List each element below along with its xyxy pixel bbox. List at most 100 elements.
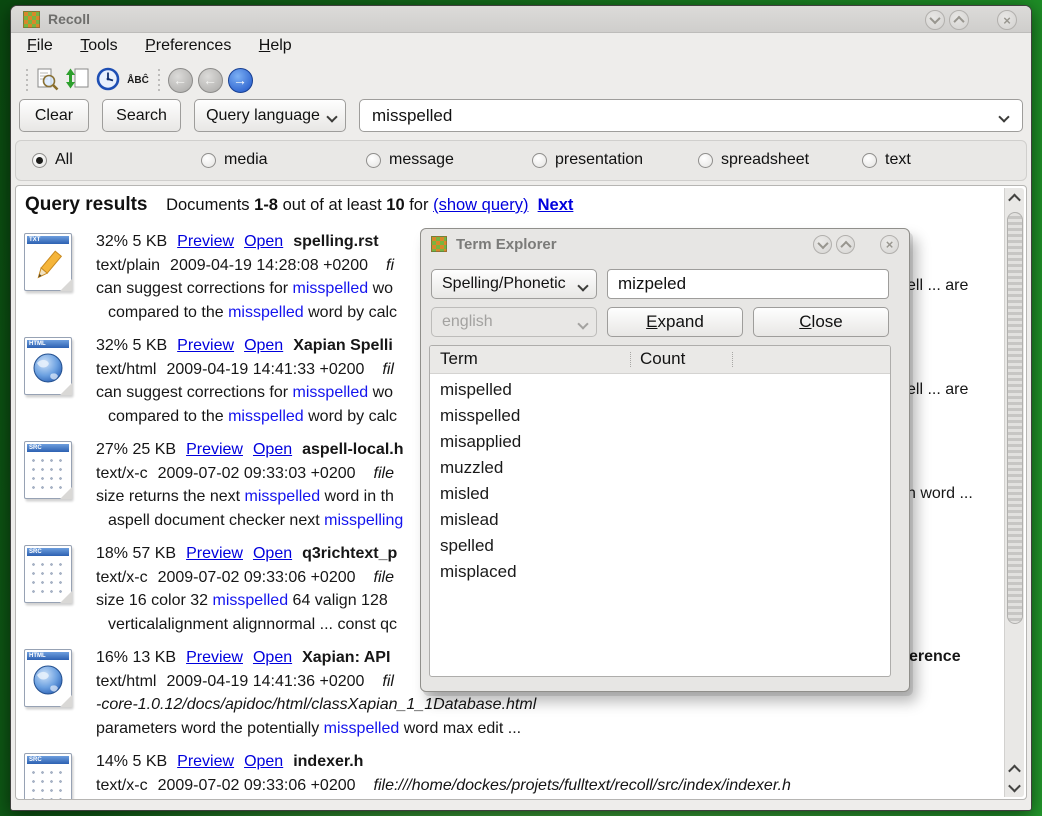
next-page-link[interactable]: Next — [538, 196, 574, 214]
term-row[interactable]: misplaced — [440, 559, 517, 585]
open-link[interactable]: Open — [244, 233, 283, 250]
filter-all[interactable]: All — [32, 151, 73, 169]
scroll-down-button[interactable] — [1006, 779, 1022, 795]
relevance-size: 27% 25 KB — [96, 441, 176, 458]
term-row[interactable]: misled — [440, 481, 489, 507]
term-row[interactable]: spelled — [440, 533, 494, 559]
term-explorer-button[interactable]: ÅBĈ — [123, 65, 153, 95]
open-link[interactable]: Open — [253, 545, 292, 562]
filter-bar: All media message presentation spreadshe… — [15, 140, 1027, 181]
column-resize-handle[interactable] — [732, 352, 734, 367]
file-type-icon-src: SRC — [24, 753, 72, 800]
close-button[interactable]: × — [997, 10, 1017, 30]
recoll-app-icon — [23, 11, 40, 28]
window-title: Recoll — [48, 11, 90, 27]
mime-type: text/x-c — [96, 465, 148, 482]
expansion-mode-dropdown[interactable]: Spelling/Phonetic — [431, 269, 597, 299]
chevron-down-icon — [929, 13, 940, 24]
chevron-up-icon — [1008, 764, 1021, 777]
menu-tools[interactable]: Tools — [76, 36, 121, 56]
doc-date: 2009-07-02 09:33:06 +0200 — [158, 569, 356, 586]
open-link[interactable]: Open — [244, 337, 283, 354]
term-row[interactable]: misapplied — [440, 429, 521, 455]
globe-icon — [29, 662, 67, 702]
doc-date: 2009-04-19 14:28:08 +0200 — [170, 257, 368, 274]
column-resize-handle[interactable] — [630, 352, 632, 367]
recoll-app-icon — [431, 236, 447, 252]
overflow-text-fragment: ell ... are — [907, 381, 968, 399]
column-header-term[interactable]: Term — [440, 349, 478, 369]
chevron-down-icon — [1008, 779, 1021, 792]
toolbar: ÅBĈ ← ← → — [11, 62, 1031, 98]
filter-message[interactable]: message — [366, 151, 454, 169]
open-link[interactable]: Open — [253, 441, 292, 458]
preview-link[interactable]: Preview — [177, 753, 234, 770]
search-button[interactable]: Search — [102, 99, 181, 132]
first-page-arrow-icon: ← — [168, 68, 193, 93]
close-dialog-button[interactable]: Close — [753, 307, 889, 337]
query-language-dropdown[interactable]: Query language — [194, 99, 346, 132]
search-combobox[interactable] — [359, 99, 1023, 132]
result-line-meta: text/x-c2009-07-02 09:33:06 +0200file://… — [96, 774, 1004, 798]
highlighted-term: misspelled — [293, 280, 369, 297]
document-preview-button[interactable] — [33, 65, 63, 95]
filter-spreadsheet[interactable]: spreadsheet — [698, 151, 809, 169]
scroll-up-button[interactable] — [1006, 190, 1022, 206]
highlighted-term: misspelled — [293, 384, 369, 401]
dialog-maximize-button[interactable] — [836, 235, 855, 254]
minimize-button[interactable] — [925, 10, 945, 30]
term-row[interactable]: muzzled — [440, 455, 503, 481]
highlighted-term: misspelling — [324, 512, 403, 529]
next-page-button[interactable]: → — [225, 65, 255, 95]
open-link[interactable]: Open — [244, 753, 283, 770]
relevance-size: 18% 57 KB — [96, 545, 176, 562]
menu-preferences[interactable]: Preferences — [141, 36, 235, 56]
radio-icon — [862, 153, 877, 168]
highlighted-term: misspelled — [213, 592, 289, 609]
scrollbar-thumb[interactable] — [1007, 212, 1023, 624]
term-row[interactable]: misspelled — [440, 403, 520, 429]
search-input[interactable] — [370, 102, 992, 129]
filter-text[interactable]: text — [862, 151, 911, 169]
dialog-titlebar[interactable]: Term Explorer × — [421, 229, 909, 259]
expand-button[interactable]: Expand — [607, 307, 743, 337]
close-icon: × — [886, 238, 894, 251]
file-type-label: HTML — [27, 652, 69, 660]
preview-link[interactable]: Preview — [177, 337, 234, 354]
preview-link[interactable]: Preview — [186, 649, 243, 666]
highlighted-term: misspelled — [245, 488, 321, 505]
source-code-pattern — [29, 456, 65, 494]
overflow-text-fragment: erence — [909, 648, 961, 666]
show-query-link[interactable]: (show query) — [433, 196, 528, 214]
term-row[interactable]: mislead — [440, 507, 499, 533]
filter-presentation[interactable]: presentation — [532, 151, 643, 169]
maximize-button[interactable] — [949, 10, 969, 30]
titlebar[interactable]: Recoll × — [11, 6, 1031, 33]
file-type-icon-html: HTML — [24, 649, 72, 707]
term-table: Term Count mispelled misspelled misappli… — [429, 345, 891, 677]
dialog-minimize-button[interactable] — [813, 235, 832, 254]
menu-help[interactable]: Help — [255, 36, 296, 56]
preview-link[interactable]: Preview — [186, 441, 243, 458]
results-scrollbar[interactable] — [1004, 188, 1024, 797]
result-title: q3richtext_p — [302, 545, 397, 562]
clear-button[interactable]: Clear — [19, 99, 89, 132]
desktop: Recoll × File Tools Preferences Help — [0, 0, 1042, 816]
update-index-button[interactable] — [63, 65, 93, 95]
preview-link[interactable]: Preview — [177, 233, 234, 250]
term-table-header[interactable]: Term Count — [430, 346, 890, 374]
scroll-up-button-bottom[interactable] — [1006, 761, 1022, 777]
column-header-count[interactable]: Count — [640, 349, 685, 369]
filter-media[interactable]: media — [201, 151, 268, 169]
open-link[interactable]: Open — [253, 649, 292, 666]
term-input[interactable] — [616, 272, 882, 296]
file-type-label: TXT — [27, 236, 69, 244]
history-button[interactable] — [93, 65, 123, 95]
doc-date: 2009-07-02 09:33:03 +0200 — [158, 465, 356, 482]
preview-link[interactable]: Preview — [186, 545, 243, 562]
chevron-down-icon — [326, 111, 337, 122]
term-row[interactable]: mispelled — [440, 377, 512, 403]
dialog-close-button[interactable]: × — [880, 235, 899, 254]
term-input-box[interactable] — [607, 269, 889, 299]
menu-file[interactable]: File — [23, 36, 57, 56]
